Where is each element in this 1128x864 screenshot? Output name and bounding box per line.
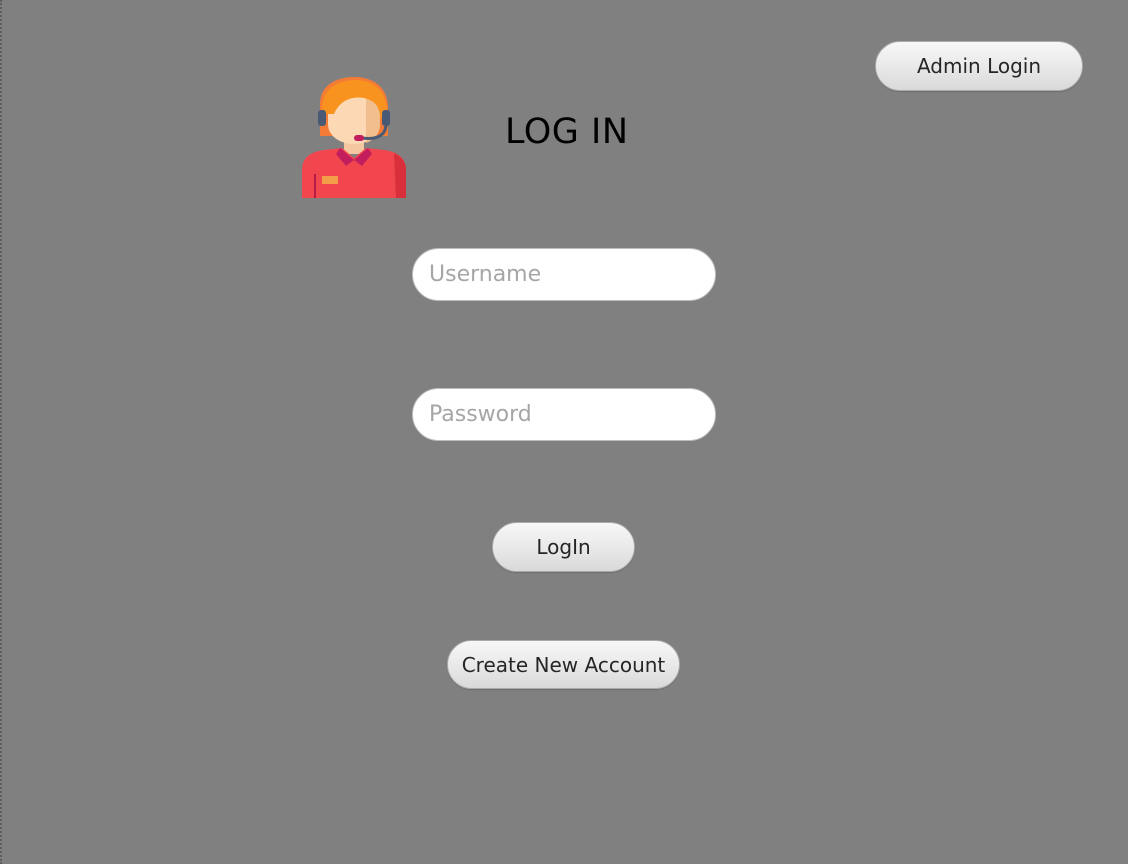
- login-button[interactable]: LogIn: [492, 522, 635, 572]
- password-field[interactable]: [412, 388, 716, 441]
- username-field[interactable]: [412, 248, 716, 301]
- admin-login-button[interactable]: Admin Login: [875, 41, 1083, 91]
- page-title: LOG IN: [505, 112, 629, 152]
- create-account-button[interactable]: Create New Account: [447, 640, 680, 689]
- support-agent-icon: [300, 74, 408, 198]
